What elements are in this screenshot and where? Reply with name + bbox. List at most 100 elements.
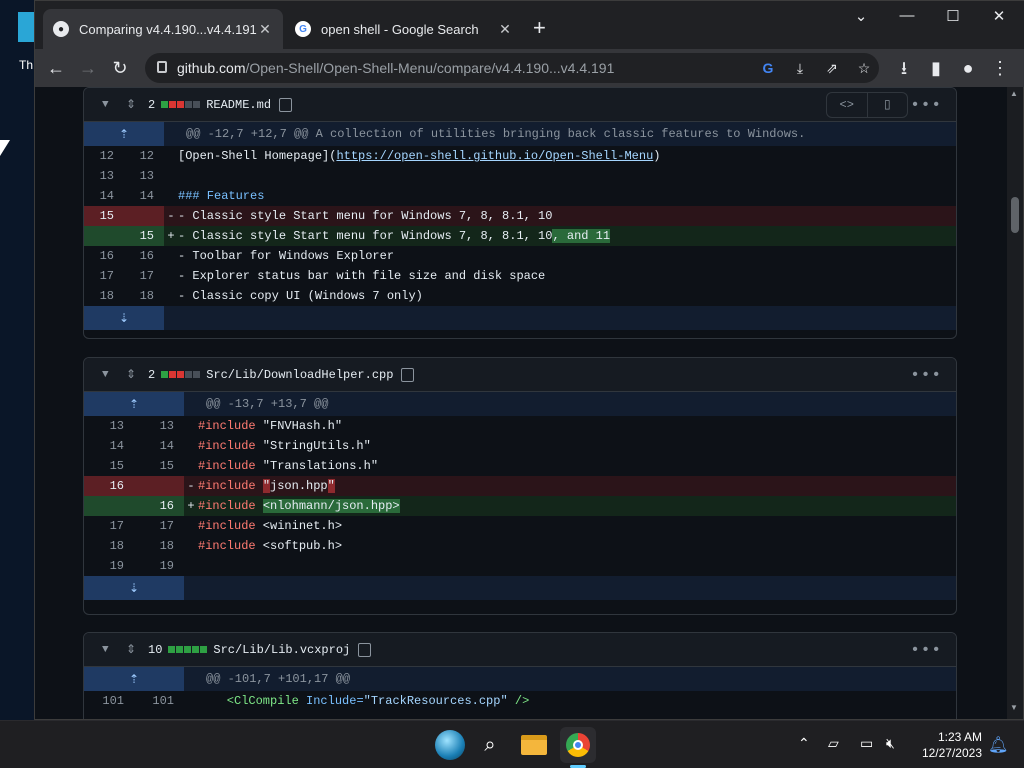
diff-line: 13 13 #include "FNVHash.h" [109, 419, 343, 433]
clock-date: 12/27/2023 [921, 746, 982, 760]
chrome-taskbar-button[interactable] [560, 727, 596, 763]
file-name[interactable]: Src/Lib/DownloadHelper.cpp [206, 368, 393, 382]
tab-close-icon[interactable]: ✕ [497, 21, 513, 38]
file-header: ▼ ⇕ 2 Src/Lib/DownloadHelper.cpp ••• [84, 358, 956, 392]
close-window-icon[interactable]: ✕ [979, 7, 1019, 25]
browser-toolbar: ← → ↻ github.com/Open-Shell/Open-Shell-M… [35, 49, 1024, 87]
display-icon[interactable]: ▭ [860, 735, 873, 752]
copy-icon[interactable] [279, 97, 293, 112]
tab-google-search[interactable]: G open shell - Google Search ✕ [285, 9, 523, 49]
url-text[interactable]: github.com/Open-Shell/Open-Shell-Menu/co… [177, 60, 614, 76]
open-shell-start-button[interactable] [432, 727, 468, 763]
diffstat [161, 101, 201, 108]
scroll-up-arrow-icon[interactable]: ▲ [1010, 89, 1018, 98]
scrollbar-thumb[interactable] [1011, 197, 1019, 233]
more-options-icon[interactable]: ••• [910, 366, 942, 384]
notification-bell-icon[interactable]: 🔔︎ [988, 735, 1008, 755]
diff-line-added: 15 + - Classic style Start menu for Windo… [84, 226, 956, 246]
expand-up-icon[interactable]: ⇡ [84, 667, 184, 691]
hunk-footer: ⇣ [84, 306, 956, 330]
scroll-down-arrow-icon[interactable]: ▼ [1010, 703, 1018, 712]
tab-strip: ● Comparing v4.4.190...v4.4.191 · O ✕ G … [35, 1, 1024, 49]
back-arrow-icon[interactable]: ← [43, 55, 69, 81]
desktop-shortcut-label: Th [19, 58, 34, 72]
expand-up-icon[interactable]: ⇡ [84, 122, 164, 146]
hunk-header: ⇡ @@ -12,7 +12,7 @@ A collection of util… [84, 122, 956, 146]
folder-icon [521, 735, 547, 755]
maximize-icon[interactable]: ☐ [933, 7, 973, 25]
hunk-header: ⇡ @@ -13,7 +13,7 @@ [84, 392, 956, 416]
volume-muted-icon[interactable]: 🔇︎ [886, 735, 895, 752]
tab-title: open shell - Google Search [321, 21, 479, 37]
hunk-text: @@ -101,7 +101,17 @@ [198, 667, 956, 691]
more-options-icon[interactable]: ••• [910, 641, 942, 659]
diff-line: 18 18 #include <softpub.h> [109, 539, 343, 553]
code-view-icon[interactable]: <> [827, 93, 867, 117]
expand-down-icon[interactable]: ⇣ [84, 306, 164, 330]
file-explorer-button[interactable] [516, 727, 552, 763]
diffstat [168, 646, 208, 653]
page-scrollbar[interactable]: ▲ ▼ [1007, 87, 1023, 719]
file-view-icon[interactable]: ▯ [866, 93, 908, 117]
hunk-text: @@ -13,7 +13,7 @@ [198, 392, 956, 416]
diff-line-deleted: 16- #include "json.hpp" [84, 476, 956, 496]
expand-all-icon[interactable]: ⇕ [126, 97, 140, 112]
file-name[interactable]: Src/Lib/Lib.vcxproj [213, 643, 350, 657]
diff-file-readme: ▼ ⇕ 2 README.md <> ▯ ••• ⇡ @@ -12,7 +12,… [83, 87, 957, 339]
more-options-icon[interactable]: ••• [910, 96, 942, 114]
address-bar[interactable]: github.com/Open-Shell/Open-Shell-Menu/co… [145, 53, 879, 83]
file-name[interactable]: README.md [206, 98, 271, 112]
file-header: ▼ ⇕ 10 Src/Lib/Lib.vcxproj ••• [84, 633, 956, 667]
hunk-footer: ⇣ [84, 576, 956, 600]
expand-all-icon[interactable]: ⇕ [126, 642, 140, 657]
network-disconnected-icon[interactable]: ▱ [828, 735, 839, 752]
diffstat [161, 371, 201, 378]
minimize-icon[interactable]: — [887, 7, 927, 24]
chrome-menu-icon[interactable]: ⋮ [987, 55, 1013, 81]
google-lens-icon[interactable]: G [757, 57, 779, 79]
downloads-icon[interactable]: ⭳ [891, 55, 917, 81]
reload-icon[interactable]: ↻ [107, 55, 133, 81]
share-icon[interactable]: ⇗ [821, 57, 843, 79]
view-toggle: <> ▯ [826, 92, 908, 118]
diff-table: ⇡ @@ -13,7 +13,7 @@ 13 13 #include "FNVHa… [84, 392, 956, 600]
chevron-down-icon[interactable]: ▼ [102, 99, 116, 111]
diff-line: 14 14 ### Features [99, 189, 265, 203]
diff-line: 17 17 #include <wininet.h> [109, 519, 343, 533]
chevron-up-icon[interactable]: ⌃ [798, 735, 810, 752]
chevron-down-icon[interactable]: ▼ [102, 369, 116, 381]
system-clock[interactable]: 1:23 AM 12/27/2023 [914, 729, 982, 761]
diff-line: 16 16- Toolbar for Windows Explorer [99, 249, 395, 263]
change-count: 2 [148, 367, 156, 382]
side-panel-icon[interactable]: ▮ [923, 55, 949, 81]
desktop-shortcut-icon[interactable] [18, 12, 34, 42]
forward-arrow-icon[interactable]: → [75, 55, 101, 81]
search-icon[interactable]: ⌕ [472, 727, 508, 763]
lock-icon[interactable] [157, 61, 167, 73]
copy-icon[interactable] [401, 367, 415, 382]
github-icon: ● [53, 21, 69, 37]
expand-down-icon[interactable]: ⇣ [84, 576, 184, 600]
tab-search-chevron-icon[interactable]: ⌄ [841, 7, 881, 25]
profile-icon[interactable]: ● [955, 55, 981, 81]
diff-line: 101 101 <ClCompile Include="TrackResource… [102, 694, 530, 708]
open-shell-icon [435, 730, 465, 760]
chevron-down-icon[interactable]: ▼ [102, 644, 116, 656]
diff-line: 12 12 [Open-Shell Homepage](https://open-… [99, 149, 661, 163]
tab-github-compare[interactable]: ● Comparing v4.4.190...v4.4.191 · O ✕ [43, 9, 283, 49]
bookmark-star-icon[interactable]: ☆ [853, 57, 875, 79]
clock-time: 1:23 AM [937, 730, 982, 744]
homepage-link[interactable]: https://open-shell.github.io/Open-Shell-… [336, 149, 653, 163]
diff-table: ⇡ @@ -12,7 +12,7 @@ A collection of util… [84, 122, 956, 330]
change-count: 2 [148, 97, 156, 112]
expand-up-icon[interactable]: ⇡ [84, 392, 184, 416]
tab-close-icon[interactable]: ✕ [257, 21, 273, 38]
copy-icon[interactable] [358, 642, 372, 657]
chrome-icon [566, 733, 590, 757]
diff-line: 18 18- Classic copy UI (Windows 7 only) [99, 289, 423, 303]
new-tab-button[interactable]: + [533, 15, 546, 41]
install-app-icon[interactable]: ⤓ [789, 57, 811, 79]
diff-line-added: 16 + #include <nlohmann/json.hpp> [84, 496, 956, 516]
expand-all-icon[interactable]: ⇕ [126, 367, 140, 382]
diff-file-lib-vcxproj: ▼ ⇕ 10 Src/Lib/Lib.vcxproj ••• ⇡ @@ -101… [83, 632, 957, 719]
